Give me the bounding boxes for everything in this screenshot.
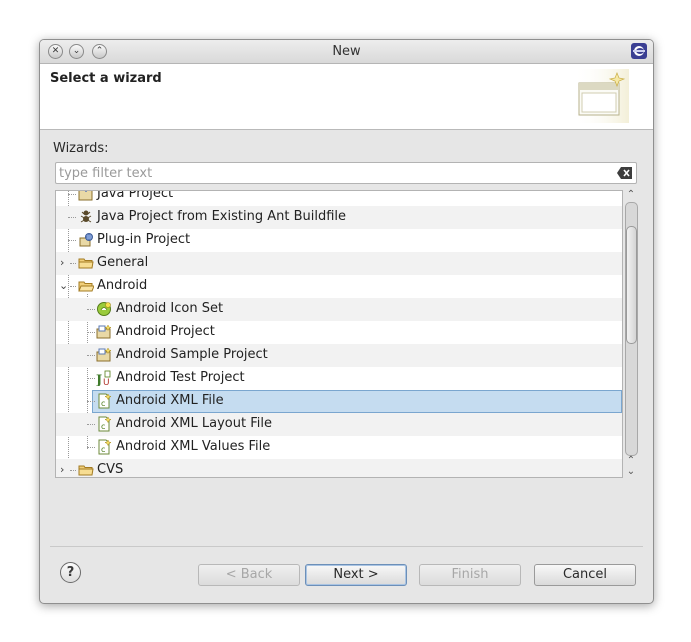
tree-item-label: Android Test Project [116, 370, 245, 385]
svg-text:c: c [101, 399, 105, 408]
tree-item-label: Plug-in Project [97, 232, 191, 247]
window-title: New [332, 44, 361, 59]
tree-item-android-xml-layout-file[interactable]: c Android XML Layout File [56, 413, 622, 436]
collapse-chevron-icon[interactable]: ⌄ [59, 279, 69, 293]
filter-input[interactable] [59, 163, 609, 183]
cancel-button[interactable]: Cancel [534, 564, 636, 586]
svg-text:c: c [101, 422, 105, 431]
tree-item-java-project-from-ant[interactable]: Java Project from Existing Ant Buildfile [56, 206, 622, 229]
ant-project-icon [80, 210, 92, 223]
tree-item-android-xml-file[interactable]: c Android XML File [56, 390, 622, 413]
scroll-up-arrow-icon[interactable]: ⌃ [625, 456, 637, 466]
filter-field[interactable] [55, 162, 637, 184]
tree-item-android-project[interactable]: Android Project [56, 321, 622, 344]
folder-open-icon [78, 281, 94, 292]
tree-item-label: Android [97, 278, 148, 293]
svg-text:J: J [96, 373, 102, 386]
title-bar: ✕ ⌄ ⌃ New [40, 40, 653, 64]
java-project-icon [78, 191, 93, 201]
tree-item-android-test-project[interactable]: J U Android Test Project [56, 367, 622, 390]
tree-item-label: Android Project [116, 324, 215, 339]
wizard-header: Select a wizard [40, 64, 653, 130]
tree-item-android-icon-set[interactable]: Android Icon Set [56, 298, 622, 321]
back-button[interactable]: < Back [198, 564, 300, 586]
new-wizard-dialog: ✕ ⌄ ⌃ New Select a wizard Wizards: type … [39, 39, 654, 604]
tree-item-android-xml-values-file[interactable]: c Android XML Values File [56, 436, 622, 459]
tree-item-java-project[interactable]: Java Project [56, 190, 622, 206]
scroll-up-arrow-icon[interactable]: ⌃ [625, 190, 637, 200]
wizard-tree[interactable]: Java Project Java Project from Existing … [55, 190, 623, 478]
tree-item-label: General [97, 255, 149, 270]
button-bar-divider [50, 546, 643, 547]
svg-text:c: c [101, 445, 105, 454]
tree-item-android-sample-project[interactable]: Android Sample Project [56, 344, 622, 367]
finish-button[interactable]: Finish [419, 564, 521, 586]
tree-item-plugin-project[interactable]: Plug-in Project [56, 229, 622, 252]
tree-vertical-scrollbar[interactable]: ⌃ ⌃ ⌄ [623, 190, 638, 478]
clear-filter-icon[interactable] [617, 166, 633, 180]
android-xml-file-icon: c [98, 393, 112, 409]
tree-item-general[interactable]: › General [56, 252, 622, 275]
eclipse-logo-icon [631, 43, 647, 59]
tree-item-label: Android XML Values File [116, 439, 271, 454]
resize-grip-icon[interactable]: ⋮ [650, 316, 653, 328]
tree-item-label: Android Icon Set [116, 301, 224, 316]
tree-item-label: Java Project [97, 190, 174, 201]
tree-item-label: Android XML File [116, 393, 224, 408]
scroll-down-arrow-icon[interactable]: ⌄ [625, 467, 637, 477]
tree-item-label: CVS [97, 462, 124, 477]
svg-text:U: U [103, 378, 110, 386]
android-sample-project-icon [96, 347, 112, 362]
tree-item-android[interactable]: ⌄ Android [56, 275, 622, 298]
folder-icon [78, 258, 94, 269]
page-title: Select a wizard [50, 71, 162, 86]
new-wizard-banner-icon [573, 69, 629, 123]
tree-item-label: Java Project from Existing Ant Buildfile [97, 209, 347, 224]
help-button[interactable]: ? [60, 562, 81, 583]
android-icon-set-icon [97, 302, 111, 316]
tree-item-cvs[interactable]: › CVS [56, 459, 622, 477]
wizards-label: Wizards: [53, 141, 109, 156]
tree-item-label: Android XML Layout File [116, 416, 272, 431]
scrollbar-thumb[interactable] [626, 226, 637, 344]
folder-icon [78, 465, 94, 476]
android-test-project-icon: J U [96, 370, 111, 386]
expand-chevron-icon[interactable]: › [60, 463, 70, 477]
tree-item-label: Android Sample Project [116, 347, 268, 362]
android-xml-file-icon: c [98, 416, 112, 432]
android-xml-file-icon: c [98, 439, 112, 455]
plugin-project-icon [79, 233, 93, 247]
expand-chevron-icon[interactable]: › [60, 256, 70, 270]
android-project-icon [96, 324, 112, 339]
next-button[interactable]: Next > [305, 564, 407, 586]
